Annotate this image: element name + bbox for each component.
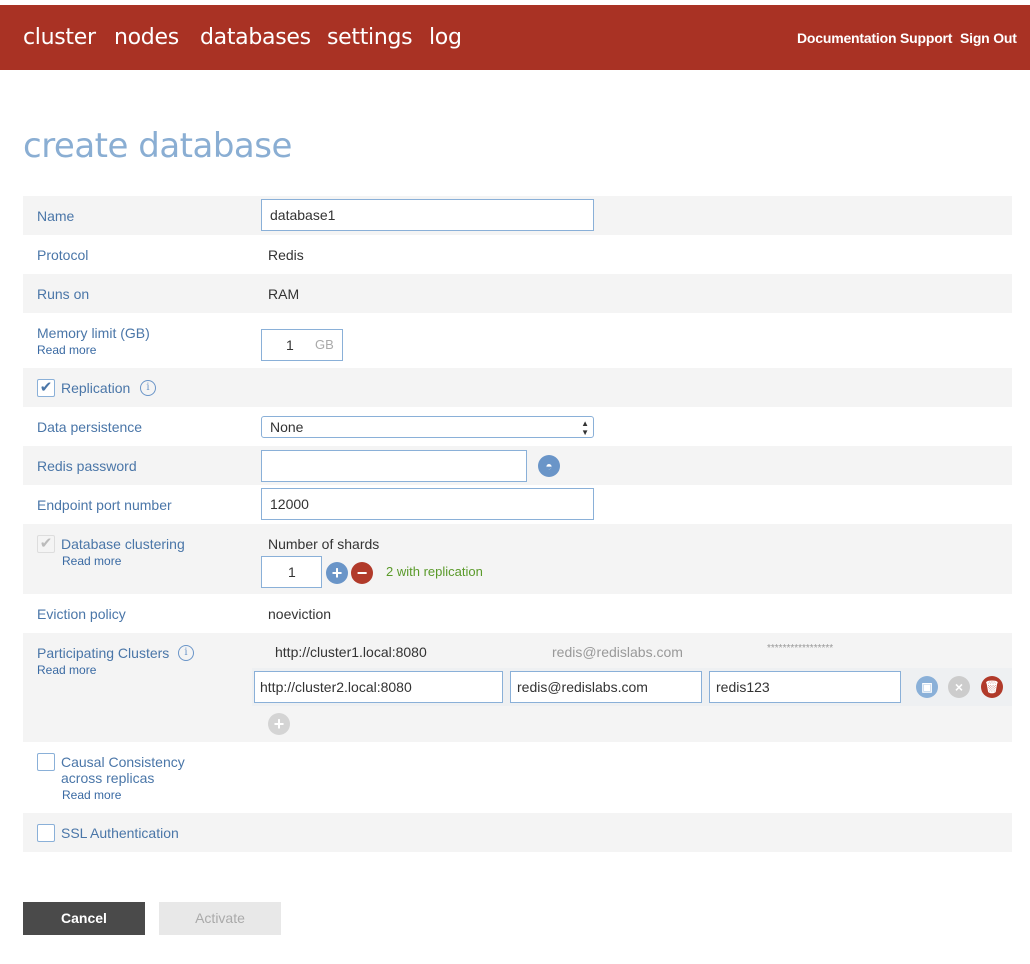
form-row-replication: ✔ Replication i [23,368,1012,407]
cluster-password-input[interactable]: redis123 [709,671,901,703]
top-navigation-bar: cluster nodes databases settings log Doc… [0,5,1030,70]
data-persistence-label: Data persistence [37,419,143,435]
data-persistence-value: None [270,419,304,435]
nav-log[interactable]: log [429,25,462,50]
form-row-database-clustering: ✔ Database clustering Read more Number o… [23,524,1012,594]
causal-consistency-checkbox[interactable] [37,753,55,771]
eviction-policy-value: noeviction [268,606,332,622]
causal-consistency-label-line2: across replicas [61,770,155,786]
number-of-shards-label: Number of shards [268,536,380,552]
info-icon[interactable]: i [140,380,156,396]
documentation-link[interactable]: Documentation [797,30,896,46]
form-row-name: Name database1 [23,196,1012,235]
activate-button[interactable]: Activate [159,902,281,935]
form-row-redis-password: Redis password ◓ [23,446,1012,485]
name-input[interactable]: database1 [261,199,594,231]
cluster-email-input[interactable]: redis@redislabs.com [510,671,702,703]
existing-cluster-password: ***************** [767,643,834,654]
causal-read-more-link[interactable]: Read more [62,788,121,802]
show-password-eye-icon[interactable]: ◓ [538,455,560,477]
protocol-label: Protocol [37,247,89,263]
form-row-causal-consistency: Causal Consistency across replicas Read … [23,742,1012,813]
replication-label: Replication [61,380,131,396]
clustering-read-more-link[interactable]: Read more [62,554,121,568]
memory-limit-label: Memory limit (GB) [37,325,150,341]
form-row-runs-on: Runs on RAM [23,274,1012,313]
sign-out-link[interactable]: Sign Out [960,30,1017,46]
cancel-edit-icon[interactable]: × [948,676,970,698]
memory-read-more-link[interactable]: Read more [37,343,96,357]
replication-shards-note: 2 with replication [386,564,483,579]
remove-shard-minus-icon[interactable]: − [351,562,373,584]
nav-settings[interactable]: settings [327,25,413,50]
form-row-participating-clusters: Participating Clusters i Read more http:… [23,633,1012,742]
support-link[interactable]: Support [900,30,952,46]
nav-nodes[interactable]: nodes [114,25,179,50]
data-persistence-select[interactable]: None ▲ ▼ [261,416,594,438]
endpoint-port-input[interactable]: 12000 [261,488,594,520]
runs-on-value: RAM [268,286,300,302]
causal-consistency-label-line1: Causal Consistency [61,754,185,770]
redis-password-label: Redis password [37,458,137,474]
endpoint-port-label: Endpoint port number [37,497,172,513]
redis-password-input[interactable] [261,450,527,482]
ssl-authentication-checkbox[interactable] [37,824,55,842]
participating-clusters-label: Participating Clusters [37,645,170,661]
ssl-authentication-label: SSL Authentication [61,825,179,841]
form-row-memory-limit: Memory limit (GB) Read more 1 GB [23,313,1012,368]
form-row-ssl-authentication: SSL Authentication [23,813,1012,852]
memory-limit-value: 1 [286,337,294,353]
form-row-endpoint-port: Endpoint port number 12000 [23,485,1012,524]
save-icon[interactable]: ▣ [916,676,938,698]
number-of-shards-input[interactable]: 1 [261,556,322,588]
cancel-button[interactable]: Cancel [23,902,145,935]
info-icon[interactable]: i [178,645,194,661]
memory-limit-field[interactable]: 1 GB [261,329,343,361]
page-title: create database [23,126,292,166]
form-row-data-persistence: Data persistence None ▲ ▼ [23,407,1012,446]
protocol-value: Redis [268,247,304,263]
cluster-url-input[interactable]: http://cluster2.local:8080 [254,671,503,703]
runs-on-label: Runs on [37,286,90,302]
database-clustering-checkbox[interactable]: ✔ [37,535,55,553]
select-arrows-icon: ▲ ▼ [581,419,589,437]
existing-cluster-email: redis@redislabs.com [552,644,683,660]
participating-read-more-link[interactable]: Read more [37,663,96,677]
name-label: Name [37,208,75,224]
memory-unit-label: GB [315,337,334,352]
form-row-protocol: Protocol Redis [23,235,1012,274]
nav-databases[interactable]: databases [200,25,311,50]
add-shard-plus-icon[interactable]: + [326,562,348,584]
add-cluster-plus-icon[interactable]: + [268,713,290,735]
database-clustering-label: Database clustering [61,536,185,552]
nav-cluster[interactable]: cluster [23,25,96,50]
eviction-policy-label: Eviction policy [37,606,126,622]
delete-trash-icon[interactable]: 🗑 [981,676,1003,698]
form-row-eviction-policy: Eviction policy noeviction [23,594,1012,633]
replication-checkbox[interactable]: ✔ [37,379,55,397]
existing-cluster-url: http://cluster1.local:8080 [275,644,427,660]
